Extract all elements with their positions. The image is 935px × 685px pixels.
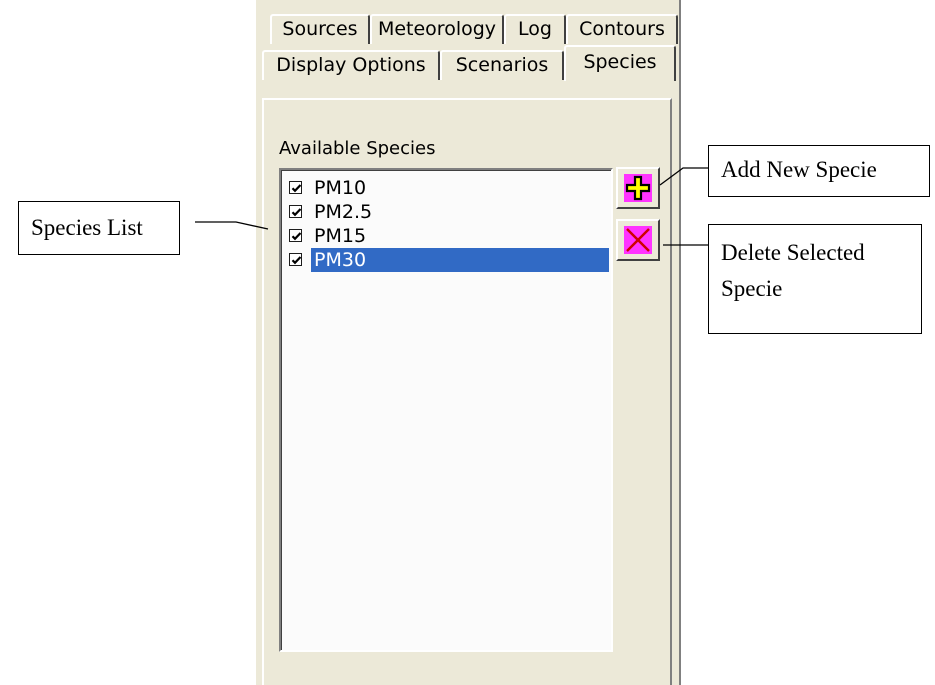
tab-species[interactable]: Species: [564, 45, 676, 81]
delete-selected-specie-callout: Delete Selected Specie: [708, 224, 922, 334]
callout-text-line2: Specie: [721, 276, 783, 301]
callout-text: Add New Specie: [721, 157, 877, 182]
callout-leader-lines: [195, 167, 708, 246]
callout-text-line1: Delete Selected: [721, 240, 865, 265]
callout-text: Species List: [31, 215, 143, 240]
add-new-specie-callout: Add New Specie: [708, 145, 930, 197]
species-list-callout: Species List: [18, 201, 180, 255]
